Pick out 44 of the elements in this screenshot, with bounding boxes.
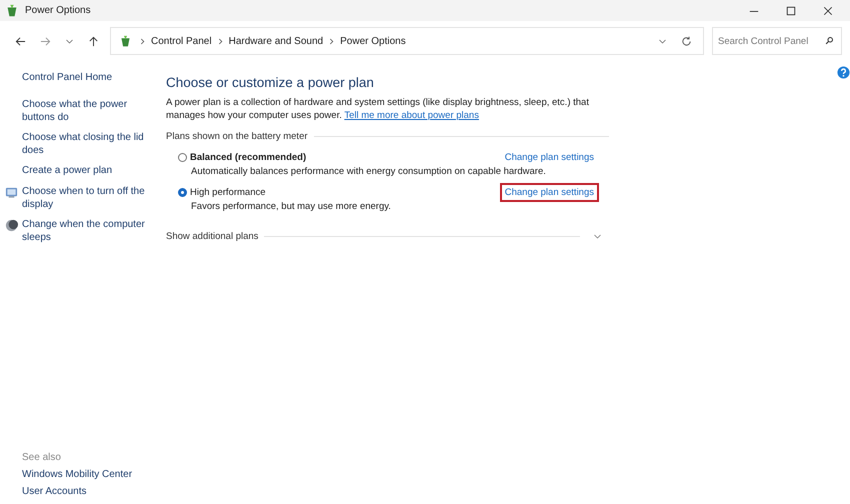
see-also-heading: See also [22,452,62,463]
plan-name: High performance [190,186,266,198]
see-also-link[interactable]: Windows Mobility Center [22,469,166,480]
sidebar-link[interactable]: Choose what the power buttons do [22,99,147,124]
chevron-right-icon [329,38,334,44]
maximize-icon[interactable] [786,6,796,16]
chevron-down-icon[interactable] [658,36,667,46]
window-title: Power Options [25,5,91,16]
sidebar-link[interactable]: Choose what closing the lid does [22,132,147,157]
plan-description: Automatically balances performance with energy consumption on capable hardware. [190,166,547,177]
change-plan-settings-link[interactable]: Change plan settings [500,148,599,166]
forward-arrow-icon[interactable] [40,36,51,46]
chevron-right-icon [218,38,223,44]
page-heading: Choose or customize a power plan [166,75,375,90]
chevron-down-icon[interactable] [593,232,602,241]
chevron-down-icon[interactable] [65,36,74,46]
sidebar-link[interactable]: Change when the computer sleeps [22,219,147,244]
breadcrumb[interactable]: Control Panel [151,36,212,46]
address-bar[interactable]: Control Panel Hardware and Sound Power Options [110,27,704,55]
additional-plans-label[interactable]: Show additional plans [166,231,258,242]
search-field[interactable]: Search Control Panel [712,27,842,55]
group-label: Plans shown on the battery meter [166,131,308,142]
sidebar-link[interactable]: Create a power plan [22,165,147,178]
sidebar-link[interactable]: Choose when to turn off the display [22,186,147,211]
plan-name: Balanced (recommended) [190,152,306,162]
chevron-right-icon [140,38,145,44]
radio-button[interactable] [178,188,187,196]
description-text: A power plan is a collection of hardware and system settings (like display brightness, sleep, etc.) that manages how your computer uses power. Tell me more about power plans [166,96,590,122]
up-arrow-icon[interactable] [88,36,99,46]
close-icon[interactable] [823,6,833,16]
breadcrumb[interactable]: Hardware and Sound [228,36,324,46]
breadcrumb[interactable]: Power Options [340,36,406,46]
refresh-icon[interactable] [681,36,692,46]
plan-description: Favors performance, but may use more energy. [190,201,392,212]
search-icon [825,36,834,45]
moon-icon [5,219,18,232]
back-arrow-icon[interactable] [15,36,26,46]
radio-button[interactable] [178,152,187,162]
see-also-link[interactable]: User Accounts [22,486,166,497]
change-plan-settings-link[interactable]: Change plan settings [500,182,599,202]
learn-more-link[interactable]: Tell me more about power plans [344,110,479,121]
help-icon[interactable] [837,66,850,79]
monitor-icon [5,186,18,199]
sidebar-link[interactable]: Control Panel Home [22,72,147,84]
